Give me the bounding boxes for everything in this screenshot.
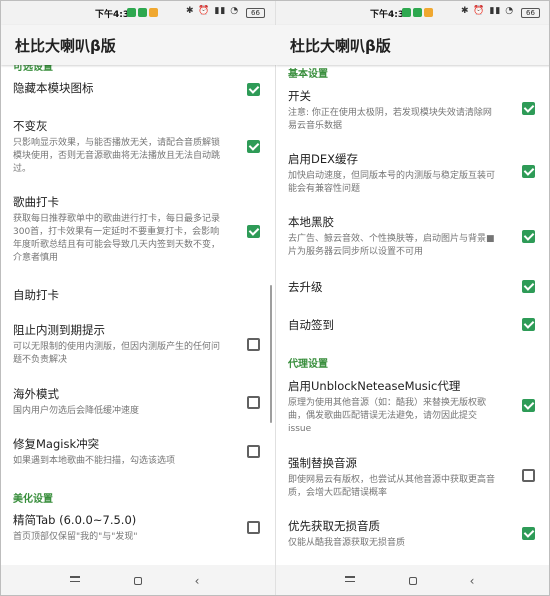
setting-summary: 原理为使用其他音源（如：酷我）来替换无版权歌曲，偶发歌曲匹配错误无法避免，请勿因… [288, 398, 487, 434]
setting-summary: 可以无限制的使用内测版，但因内测版产生的任何问题不负责解决 [13, 342, 221, 365]
navigation-bar: ‹ [276, 565, 549, 595]
no-gray-checkbox[interactable] [247, 140, 260, 153]
setting-hide-module-icon[interactable]: 隐藏本模块图标 [13, 81, 263, 96]
dex-cache-checkbox[interactable] [522, 165, 535, 178]
block-expiry-checkbox[interactable] [247, 338, 260, 351]
setting-summary: 加快启动速度，但同版本号的内测版与稳定版互装可能会有兼容性问题 [288, 171, 496, 194]
setting-fix-magisk[interactable]: 修复Magisk冲突 如果遇到本地歌曲不能扫描，勾选该选项 [13, 437, 263, 468]
notification-icon [424, 8, 433, 17]
menu-icon[interactable] [342, 573, 358, 589]
back-icon[interactable]: ‹ [464, 573, 480, 589]
setting-prefer-lossless[interactable]: 优先获取无损音质 仅能从酷我音源获取无损音质 [288, 519, 538, 550]
setting-summary: 首页顶部仅保留"我的"与"发现" [13, 532, 138, 542]
setting-title: 海外模式 [13, 387, 59, 401]
setting-summary: 即使网易云有版权，也尝试从其他音源中获取更高音质，会增大匹配错误概率 [288, 475, 496, 498]
setting-title: 开关 [288, 89, 311, 103]
system-status-icons: ✱ ⏰ ▮▮ ◔ [461, 6, 515, 16]
setting-block-beta-expiry[interactable]: 阻止内测到期提示 可以无限制的使用内测版，但因内测版产生的任何问题不负责解决 [13, 323, 263, 367]
section-header-optional: 可选设置 [13, 65, 53, 73]
setting-summary: 获取每日推荐歌单中的歌曲进行打卡，每日最多记录300首，打卡效果有一定延时不要重… [13, 214, 221, 263]
setting-title: 自助打卡 [13, 288, 59, 302]
setting-no-gray[interactable]: 不变灰 只影响显示效果，与能否播放无关，请配合音质解锁模块使用，否则无音源歌曲将… [13, 119, 263, 176]
section-header-proxy: 代理设置 [288, 359, 328, 370]
right-phone-screen: 下午4:33 ✱ ⏰ ▮▮ ◔ 66 杜比大喇叭β版 基本设置 开关 注意: 你… [276, 1, 549, 595]
setting-no-upgrade[interactable]: 去升级 [288, 280, 538, 295]
battery-icon: 66 [521, 8, 540, 18]
song-checkin-checkbox[interactable] [247, 225, 260, 238]
setting-switch[interactable]: 开关 注意: 你正在使用太极阴，若发现模块失效请清除网易云音乐数据 [288, 89, 538, 133]
setting-unblock-netease[interactable]: 启用UnblockNeteaseMusic代理 原理为使用其他音源（如：酷我）来… [288, 379, 538, 436]
settings-list: 可选设置 隐藏本模块图标 不变灰 只影响显示效果，与能否播放无关，请配合音质解锁… [1, 65, 276, 565]
app-title: 杜比大喇叭β版 [290, 37, 391, 55]
simplify-tab-checkbox[interactable] [247, 521, 260, 534]
menu-icon[interactable] [67, 573, 83, 589]
setting-title: 隐藏本模块图标 [13, 81, 94, 95]
switch-checkbox[interactable] [522, 102, 535, 115]
setting-simplify-tab[interactable]: 精简Tab (6.0.0~7.5.0) 首页顶部仅保留"我的"与"发现" [13, 513, 263, 544]
setting-title: 精简Tab (6.0.0~7.5.0) [13, 513, 137, 527]
setting-summary: 只影响显示效果，与能否播放无关，请配合音质解锁模块使用，否则无音源歌曲将无法播放… [13, 138, 221, 174]
settings-list: 基本设置 开关 注意: 你正在使用太极阴，若发现模块失效请清除网易云音乐数据 启… [276, 65, 549, 565]
no-upgrade-checkbox[interactable] [522, 280, 535, 293]
setting-dex-cache[interactable]: 启用DEX缓存 加快启动速度，但同版本号的内测版与稳定版互装可能会有兼容性问题 [288, 152, 538, 196]
setting-self-checkin[interactable]: 自助打卡 [13, 288, 263, 303]
notification-icon [402, 8, 411, 17]
app-bar: 杜比大喇叭β版 [1, 25, 276, 65]
overseas-mode-checkbox[interactable] [247, 396, 260, 409]
setting-force-replace-source[interactable]: 强制替换音源 即使网易云有版权，也尝试从其他音源中获取更高音质，会增大匹配错误概… [288, 456, 538, 500]
notification-icon [413, 8, 422, 17]
scrollbar[interactable] [270, 285, 272, 423]
notification-icon [149, 8, 158, 17]
fix-magisk-checkbox[interactable] [247, 445, 260, 458]
setting-summary: 注意: 你正在使用太极阴，若发现模块失效请清除网易云音乐数据 [288, 108, 492, 131]
app-title: 杜比大喇叭β版 [15, 37, 116, 55]
hide-icon-checkbox[interactable] [247, 83, 260, 96]
notification-icon [127, 8, 136, 17]
setting-title: 启用UnblockNeteaseMusic代理 [288, 379, 461, 393]
setting-overseas-mode[interactable]: 海外模式 国内用户勿选后会降低缓冲速度 [13, 387, 263, 418]
prefer-lossless-checkbox[interactable] [522, 527, 535, 540]
home-icon[interactable] [130, 573, 146, 589]
setting-summary: 如果遇到本地歌曲不能扫描，勾选该选项 [13, 456, 176, 466]
setting-title: 不变灰 [13, 119, 48, 133]
setting-title: 歌曲打卡 [13, 195, 59, 209]
app-bar: 杜比大喇叭β版 [276, 25, 549, 65]
setting-title: 优先获取无损音质 [288, 519, 380, 533]
battery-icon: 66 [246, 8, 265, 18]
setting-title: 本地黑胶 [288, 215, 334, 229]
setting-title: 自动签到 [288, 318, 334, 332]
screenshot-frame: 下午4:33 ✱ ⏰ ▮▮ ◔ 66 杜比大喇叭β版 可选设置 隐藏本模块图标 … [0, 0, 550, 596]
local-vinyl-checkbox[interactable] [522, 230, 535, 243]
setting-summary: 国内用户勿选后会降低缓冲速度 [13, 406, 140, 416]
setting-summary: 仅能从酷我音源获取无损音质 [288, 538, 406, 548]
auto-signin-checkbox[interactable] [522, 318, 535, 331]
setting-title: 修复Magisk冲突 [13, 437, 100, 451]
notification-icon [138, 8, 147, 17]
left-phone-screen: 下午4:33 ✱ ⏰ ▮▮ ◔ 66 杜比大喇叭β版 可选设置 隐藏本模块图标 … [1, 1, 276, 595]
back-icon[interactable]: ‹ [189, 573, 205, 589]
section-header-beauty: 美化设置 [13, 494, 53, 505]
section-header-basic: 基本设置 [288, 69, 328, 80]
force-replace-checkbox[interactable] [522, 469, 535, 482]
system-status-icons: ✱ ⏰ ▮▮ ◔ [186, 6, 240, 16]
setting-song-checkin[interactable]: 歌曲打卡 获取每日推荐歌单中的歌曲进行打卡，每日最多记录300首，打卡效果有一定… [13, 195, 263, 265]
home-icon[interactable] [405, 573, 421, 589]
setting-title: 启用DEX缓存 [288, 152, 358, 166]
setting-local-vinyl[interactable]: 本地黑胶 去广告、鲸云音效、个性换肤等，启动图片与背景■片为服务器云同步所以设置… [288, 215, 538, 259]
unblock-netease-checkbox[interactable] [522, 399, 535, 412]
setting-title: 阻止内测到期提示 [13, 323, 105, 337]
navigation-bar: ‹ [1, 565, 276, 595]
setting-title: 去升级 [288, 280, 323, 294]
setting-summary: 去广告、鲸云音效、个性换肤等，启动图片与背景■片为服务器云同步所以设置不可用 [288, 234, 495, 257]
status-bar: 下午4:33 ✱ ⏰ ▮▮ ◔ 66 [1, 1, 276, 25]
status-bar: 下午4:33 ✱ ⏰ ▮▮ ◔ 66 [276, 1, 549, 25]
setting-auto-signin[interactable]: 自动签到 [288, 318, 538, 333]
setting-title: 强制替换音源 [288, 456, 357, 470]
